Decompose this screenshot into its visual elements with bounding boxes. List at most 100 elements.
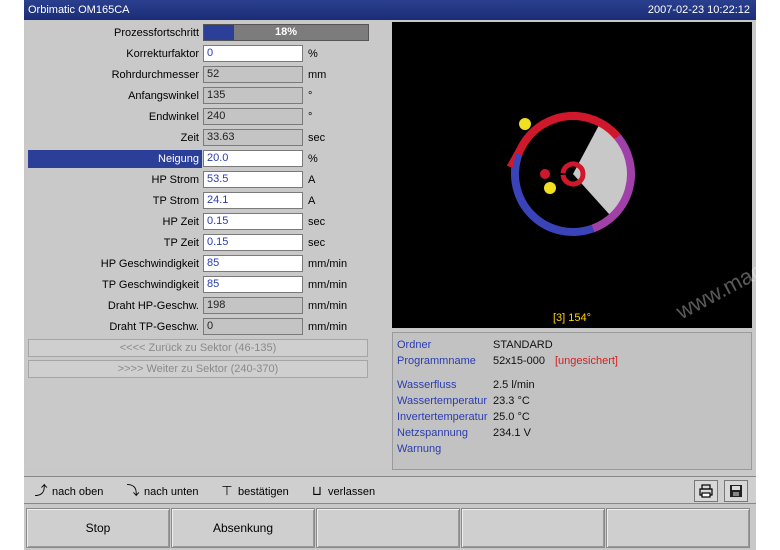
key-confirm[interactable]: ⊤ bestätigen [220, 483, 289, 499]
param-label: HP Geschwindigkeit [100, 258, 199, 270]
down-arrow-icon: ⤵ [126, 483, 140, 498]
torch-marker-outer [519, 118, 531, 130]
floppy-disk-icon [730, 485, 742, 497]
param-unit: mm/min [308, 258, 348, 270]
netz-label: Netzspannung [397, 427, 468, 439]
param-value-rohrdurchmesser: 52 [203, 66, 303, 83]
parameter-form: Prozessfortschritt 18% Korrekturfaktor 0% Ro… [26, 22, 392, 468]
key-exit[interactable]: ⊔ verlassen [310, 483, 375, 499]
center-marker [540, 169, 550, 179]
param-row-prozessfortschritt: Prozessfortschritt 18% [26, 22, 392, 42]
softkey-stop[interactable]: Stop [26, 508, 170, 548]
title-bar: Orbimatic OM165CA 2007-02-23 10:22:12 [24, 0, 756, 20]
angle-label: [3] 154° [552, 312, 592, 324]
param-row-hp-strom: HP Strom 53.5 A [26, 169, 392, 189]
programm-status: [ungesichert] [555, 355, 618, 367]
param-row-draht-tp-geschw: Draht TP-Geschw. 0 mm/min [26, 316, 392, 336]
print-button[interactable] [694, 480, 718, 502]
param-unit: A [308, 174, 316, 186]
confirm-icon: ⊤ [221, 483, 233, 498]
key-down[interactable]: ⤵ nach unten [126, 483, 198, 499]
param-unit: mm/min [308, 279, 348, 291]
param-value-hp-zeit[interactable]: 0.15 [203, 213, 303, 230]
programm-value: 52x15-000 [493, 355, 545, 367]
param-label: Korrekturfaktor [126, 48, 199, 60]
param-value-tp-strom[interactable]: 24.1 [203, 192, 303, 209]
softkey-absenkung[interactable]: Absenkung [171, 508, 315, 548]
invertertemp-value: 25.0 °C [493, 411, 530, 423]
param-label: TP Geschwindigkeit [101, 279, 199, 291]
key-help-bar: ⤴ nach oben ⤵ nach unten ⊤ bestätigen ⊔ verl… [24, 476, 756, 504]
datetime-display: 2007-02-23 10:22:12 [647, 4, 750, 16]
sector-diagram [506, 112, 635, 236]
param-row-tp-zeit: TP Zeit 0.15 sec [26, 232, 392, 252]
torch-marker-inner [544, 182, 556, 194]
param-label: Prozessfortschritt [114, 27, 199, 39]
back-to-sector-button[interactable]: <<<< Zurück zu Sektor (46-135) [28, 339, 368, 357]
param-label: TP Strom [152, 195, 199, 207]
exit-icon: ⊔ [311, 483, 323, 498]
param-value-neigung[interactable]: 20.0 [203, 150, 303, 167]
param-unit: sec [308, 237, 326, 249]
warnung-label: Warnung [397, 443, 442, 455]
param-unit: mm [308, 69, 327, 81]
param-row-neigung: Neigung 20.0% [26, 148, 392, 168]
param-value-zeit: 33.63 [203, 129, 303, 146]
invertertemp-label: Invertertemperatur [397, 411, 488, 423]
param-label: Draht TP-Geschw. [109, 321, 199, 333]
param-label: HP Strom [151, 174, 199, 186]
printer-icon [699, 484, 713, 498]
param-value-korrekturfaktor[interactable]: 0 [203, 45, 303, 62]
param-value-anfangswinkel: 135 [203, 87, 303, 104]
forward-to-sector-button[interactable]: >>>> Weiter zu Sektor (240-370) [28, 360, 368, 378]
param-label: Neigung [28, 150, 202, 168]
param-row-hp-geschwindigkeit: HP Geschwindigkeit 85 mm/min [26, 253, 392, 273]
wassertemp-label: Wassertemperatur [397, 395, 488, 407]
param-value-draht-hp-geschw: 198 [203, 297, 303, 314]
process-progress-bar: 18% [203, 24, 369, 41]
param-unit: A [308, 195, 316, 207]
param-unit: mm/min [308, 300, 348, 312]
param-label: HP Zeit [162, 216, 199, 228]
param-unit: ° [308, 111, 313, 123]
param-label: Draht HP-Geschw. [107, 300, 199, 312]
param-value-tp-zeit[interactable]: 0.15 [203, 234, 303, 251]
param-row-anfangswinkel: Anfangswinkel 135 ° [26, 85, 392, 105]
key-up-label: nach oben [52, 486, 104, 498]
key-down-label: nach unten [144, 486, 199, 498]
param-row-tp-geschwindigkeit: TP Geschwindigkeit 85 mm/min [26, 274, 392, 294]
param-row-zeit: Zeit 33.63 sec [26, 127, 392, 147]
softkey-4[interactable] [461, 508, 605, 548]
param-row-endwinkel: Endwinkel 240 ° [26, 106, 392, 126]
param-unit: sec [308, 216, 326, 228]
wassertemp-value: 23.3 °C [493, 395, 530, 407]
sector-visualization: www.machines4u.com.au [3] 154° [392, 22, 780, 328]
param-row-hp-zeit: HP Zeit 0.15 sec [26, 211, 392, 231]
key-up[interactable]: ⤴ nach oben [34, 483, 103, 499]
param-label: Endwinkel [148, 111, 199, 123]
param-value-hp-strom[interactable]: 53.5 [203, 171, 303, 188]
up-arrow-icon: ⤴ [34, 483, 48, 498]
param-value-endwinkel: 240 [203, 108, 303, 125]
param-unit: ° [308, 90, 313, 102]
param-row-tp-strom: TP Strom 24.1 A [26, 190, 392, 210]
param-unit: % [308, 48, 318, 60]
wasserfluss-label: Wasserfluss [397, 379, 457, 391]
softkey-5[interactable] [606, 508, 750, 548]
softkey-3[interactable] [316, 508, 460, 548]
param-label: Zeit [180, 132, 199, 144]
wasserfluss-value: 2.5 l/min [493, 379, 535, 391]
key-confirm-label: bestätigen [238, 486, 289, 498]
window-title: Orbimatic OM165CA [28, 4, 130, 16]
save-button[interactable] [724, 480, 748, 502]
key-exit-label: verlassen [328, 486, 376, 498]
param-value-hp-geschwindigkeit[interactable]: 85 [203, 255, 303, 272]
softkey-bar: Stop Absenkung [24, 506, 756, 550]
param-value-draht-tp-geschw: 0 [203, 318, 303, 335]
status-info-panel: Ordner STANDARD Programmname 52x15-000 [… [392, 332, 752, 470]
param-label: Anfangswinkel [128, 90, 199, 102]
programm-label: Programmname [397, 355, 476, 367]
param-value-tp-geschwindigkeit[interactable]: 85 [203, 276, 303, 293]
param-unit: sec [308, 132, 326, 144]
param-row-draht-hp-geschw: Draht HP-Geschw. 198 mm/min [26, 295, 392, 315]
